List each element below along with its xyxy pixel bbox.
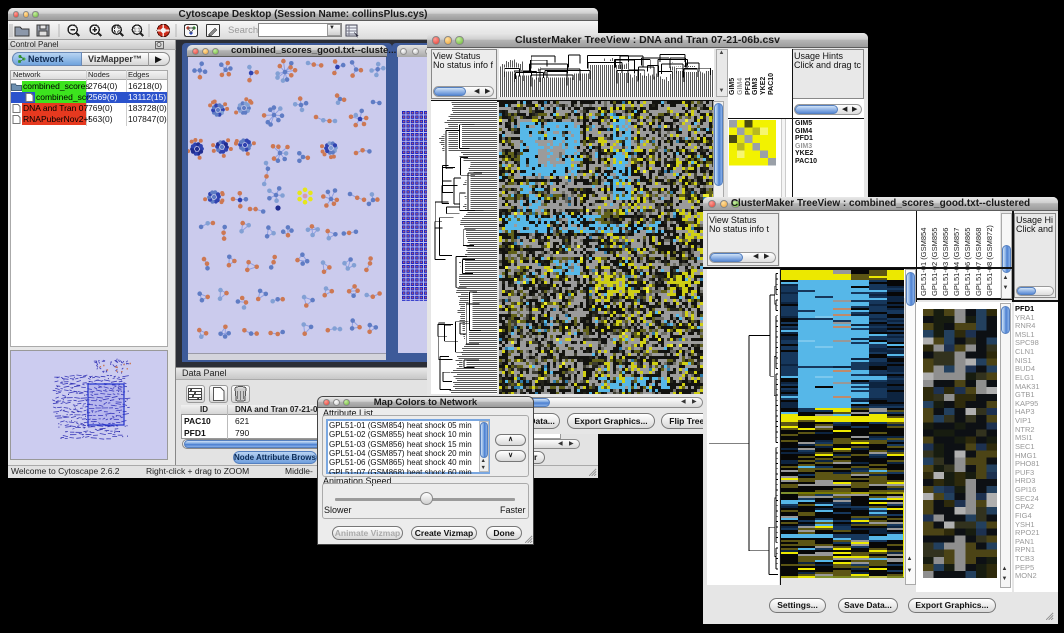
svg-text:1:1: 1:1 [134,28,141,34]
